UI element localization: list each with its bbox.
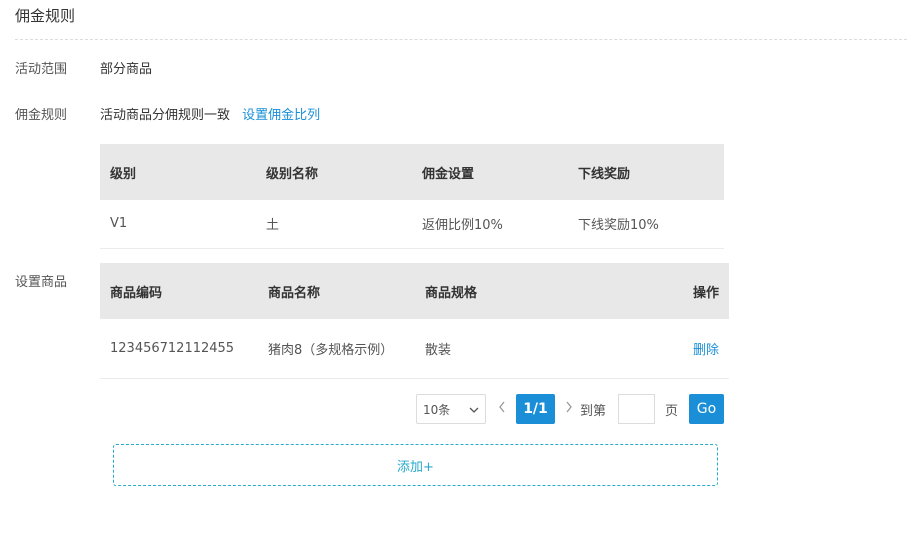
page-size-select[interactable]: 10条 (416, 394, 486, 424)
goods-table-header: 商品编码 商品名称 商品规格 操作 (100, 263, 729, 319)
commission-rule-label: 佣金规则 (15, 108, 68, 123)
chevron-right-icon (565, 401, 573, 417)
page-size-value: 10条 (423, 402, 451, 417)
delete-link[interactable]: 删除 (693, 343, 719, 358)
page-title: 佣金规则 (15, 7, 76, 25)
chevron-left-icon (498, 401, 506, 417)
page-label: 页 (665, 403, 679, 419)
set-goods-label: 设置商品 (15, 275, 68, 290)
col-downline-reward: 下线奖励 (568, 144, 724, 200)
go-button[interactable]: Go (689, 394, 724, 424)
rules-table-header: 级别 级别名称 佣金设置 下线奖励 (100, 144, 724, 200)
set-commission-ratio-link[interactable]: 设置佣金比列 (242, 108, 320, 123)
current-page[interactable]: 1/1 (516, 394, 555, 424)
prev-page-button[interactable] (494, 394, 510, 424)
table-row: V1 土 返佣比例10% 下线奖励10% (100, 200, 724, 249)
next-page-button[interactable] (561, 394, 577, 424)
col-level-name: 级别名称 (256, 144, 412, 200)
goto-label: 到第 (580, 403, 607, 419)
cell-level-name: 土 (256, 200, 412, 249)
col-goods-code: 商品编码 (100, 263, 258, 319)
add-goods-button[interactable]: 添加+ (113, 444, 718, 486)
cell-actions: 删除 (572, 319, 729, 379)
cell-goods-name: 猪肉8（多规格示例） (258, 319, 415, 379)
commission-rule-value: 活动商品分佣规则一致 设置佣金比列 (100, 104, 320, 123)
cell-commission-setting: 返佣比例10% (412, 200, 568, 249)
cell-goods-code: 123456712112455 (100, 319, 258, 379)
goods-table: 商品编码 商品名称 商品规格 操作 123456712112455 猪肉8（多规… (100, 263, 729, 379)
commission-rule-text: 活动商品分佣规则一致 (100, 108, 231, 123)
activity-scope-label: 活动范围 (15, 62, 68, 77)
col-goods-name: 商品名称 (258, 263, 415, 319)
col-commission-setting: 佣金设置 (412, 144, 568, 200)
col-level: 级别 (100, 144, 256, 200)
chevron-down-icon (469, 402, 479, 416)
goto-page-input[interactable] (618, 394, 655, 424)
cell-goods-spec: 散装 (415, 319, 572, 379)
table-row: 123456712112455 猪肉8（多规格示例） 散装 删除 (100, 319, 729, 379)
title-divider (15, 39, 907, 40)
cell-downline-reward: 下线奖励10% (568, 200, 724, 249)
activity-scope-value: 部分商品 (100, 62, 153, 77)
cell-level: V1 (100, 200, 256, 249)
col-goods-spec: 商品规格 (415, 263, 572, 319)
rules-table: 级别 级别名称 佣金设置 下线奖励 V1 土 返佣比例10% 下线奖励10% (100, 144, 724, 249)
col-actions: 操作 (572, 263, 729, 319)
